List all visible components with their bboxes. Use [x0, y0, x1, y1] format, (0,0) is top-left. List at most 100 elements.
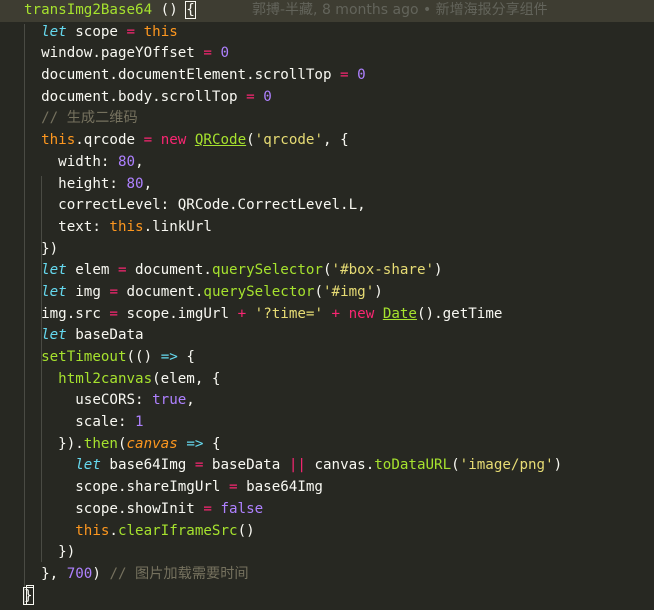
code-line[interactable]: scope.showInit = false [0, 499, 654, 521]
code-token: 'qrcode' [254, 132, 324, 149]
code-token: .linkUrl [143, 218, 212, 235]
code-token: || [288, 457, 306, 474]
code-token: scale: [24, 414, 136, 431]
code-token: let [75, 457, 101, 474]
code-token: text: [24, 218, 110, 235]
text-cursor [26, 585, 34, 605]
code-line[interactable]: }).then(canvas => { [0, 434, 654, 456]
code-token: 80 [117, 153, 136, 170]
code-token: 700 [66, 565, 93, 582]
code-token: scope [66, 23, 127, 40]
code-line[interactable]: width: 80, [0, 152, 654, 174]
code-line[interactable]: }, 700) // 图片加载需要时间 [0, 564, 654, 586]
code-token: ( [117, 435, 127, 452]
code-line[interactable]: transImg2Base64 () {郭搏-半藏, 8 months ago … [0, 0, 654, 22]
code-lines[interactable]: transImg2Base64 () {郭搏-半藏, 8 months ago … [0, 0, 654, 607]
code-line[interactable]: scope.shareImgUrl = base64Img [0, 477, 654, 499]
code-token: document. [117, 283, 204, 300]
code-token: = [203, 500, 212, 517]
code-token: ( [314, 283, 323, 300]
code-line[interactable]: this.qrcode = new QRCode('qrcode', { [0, 130, 654, 152]
code-line[interactable]: this.clearIframeSrc() [0, 521, 654, 543]
code-token: . [109, 522, 118, 539]
code-token: }) [24, 240, 59, 257]
code-token: + [331, 305, 341, 322]
code-token: scope.shareImgUrl [24, 479, 229, 496]
code-token: querySelector [211, 262, 323, 279]
code-line[interactable]: let scope = this [0, 22, 654, 44]
code-token: true [152, 392, 187, 409]
code-line[interactable]: window.pageYOffset = 0 [0, 43, 654, 65]
code-token: = [340, 67, 349, 84]
code-token: height: [24, 175, 127, 192]
code-token: }) [24, 544, 76, 561]
git-blame-annotation: 郭搏-半藏, 8 months ago • 新增海报分享组件 [252, 2, 548, 18]
code-token: correctLevel: QRCode.CorrectLevel.L, [24, 197, 366, 214]
code-token: elem [66, 262, 118, 279]
code-line[interactable]: let elem = document.querySelector('#box-… [0, 260, 654, 282]
code-line[interactable]: document.documentElement.scrollTop = 0 [0, 65, 654, 87]
code-token: document. [126, 262, 212, 279]
code-token: = [203, 45, 212, 62]
code-token: { [177, 349, 195, 365]
code-line[interactable]: } [0, 586, 654, 608]
code-token: new [348, 305, 375, 322]
code-token: let [41, 327, 67, 344]
code-token: document.documentElement.scrollTop [24, 67, 341, 84]
code-token: () [152, 2, 187, 18]
code-line[interactable]: }) [0, 239, 654, 261]
code-token: document.body.scrollTop [24, 88, 247, 105]
code-line[interactable]: // 生成二维码 [0, 108, 654, 130]
code-token: => [186, 435, 204, 452]
code-token: .qrcode [75, 132, 144, 149]
code-token: setTimeout [41, 349, 127, 365]
code-token: = [126, 23, 136, 40]
code-token: ( [246, 132, 255, 149]
code-token: + [237, 305, 247, 322]
code-line[interactable]: height: 80, [0, 174, 654, 196]
code-token: img.src [24, 305, 110, 322]
code-line[interactable]: html2canvas(elem, { [0, 369, 654, 391]
code-line[interactable]: let base64Img = baseData || canvas.toDat… [0, 455, 654, 477]
code-line[interactable]: setTimeout(() => { [0, 347, 654, 369]
code-token: canvas. [305, 457, 375, 474]
code-line[interactable]: let img = document.querySelector('#img') [0, 282, 654, 304]
code-token: ( [322, 262, 332, 279]
code-line[interactable]: text: this.linkUrl [0, 217, 654, 239]
code-line[interactable]: let baseData [0, 325, 654, 347]
code-token: }). [24, 435, 84, 452]
code-token: scope.showInit [24, 500, 204, 517]
code-token: toDataURL [374, 457, 452, 474]
code-line[interactable]: document.body.scrollTop = 0 [0, 87, 654, 109]
code-line[interactable]: correctLevel: QRCode.CorrectLevel.L, [0, 195, 654, 217]
code-token: 80 [126, 175, 144, 192]
code-token: baseData [66, 327, 144, 344]
code-line[interactable]: img.src = scope.imgUrl + '?time=' + new … [0, 304, 654, 326]
code-token: 0 [357, 67, 366, 84]
code-token: this [143, 23, 178, 40]
code-token: { [185, 1, 196, 19]
code-editor[interactable]: transImg2Base64 () {郭搏-半藏, 8 months ago … [0, 0, 654, 610]
code-token: ( [451, 457, 460, 474]
code-line[interactable]: useCORS: true, [0, 390, 654, 412]
code-line[interactable]: }) [0, 542, 654, 564]
code-line[interactable]: scale: 1 [0, 412, 654, 434]
code-token: = [117, 262, 127, 279]
code-token: // 生成二维码 [41, 110, 138, 127]
code-token: let [41, 23, 67, 40]
code-token: (elem, { [152, 370, 221, 387]
code-token: baseData [203, 457, 289, 474]
code-token: '#box-share' [331, 262, 435, 279]
code-token: , [186, 392, 195, 409]
code-token: = [109, 305, 118, 322]
